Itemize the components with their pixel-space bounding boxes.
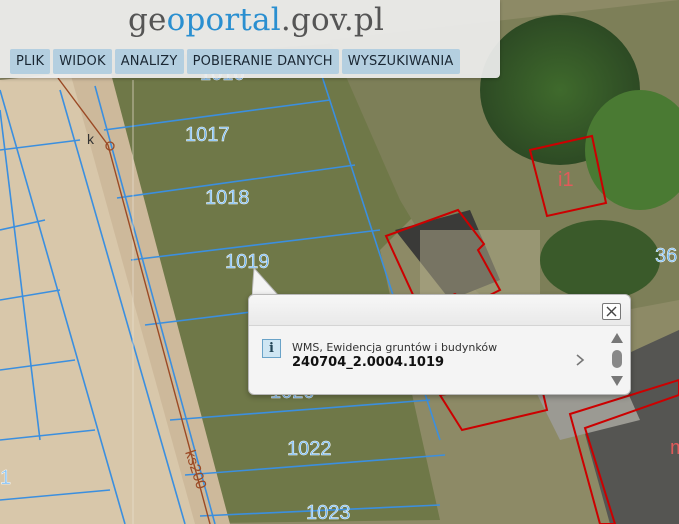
- menu-analizy[interactable]: ANALIZY: [114, 49, 184, 74]
- arrow-up-icon[interactable]: [611, 333, 623, 343]
- menu-widok[interactable]: WIDOK: [53, 49, 112, 74]
- logo-part-ge: ge: [128, 2, 167, 38]
- menu-wyszukiwania[interactable]: WYSZUKIWANIA: [341, 49, 460, 74]
- parcel-label-1022: 1022: [287, 438, 332, 460]
- popup-layer-name: WMS, Ewidencja gruntów i budynków: [292, 341, 498, 354]
- arrow-down-icon[interactable]: [611, 376, 623, 386]
- map-view[interactable]: 1016 1017 1018 1019 1022 1023 1020 36 1 …: [0, 0, 679, 524]
- parcel-label-36: 36: [655, 245, 677, 267]
- popup-parcel-id[interactable]: 240704_2.0004.1019: [292, 355, 444, 370]
- geoportal-logo[interactable]: geoportal.gov.pl: [128, 0, 384, 40]
- parcel-label-edge: 1: [0, 467, 11, 489]
- building-label-m: m: [670, 437, 679, 459]
- tree-shadow-3: [540, 220, 660, 300]
- map-canvas[interactable]: 1016 1017 1018 1019 1022 1023 1020 36 1 …: [0, 0, 679, 524]
- building-label-i1: i1: [558, 169, 574, 191]
- app-header: geoportal.gov.pl PLIK WIDOK ANALIZY POBI…: [0, 0, 500, 78]
- popup-titlebar: [249, 295, 630, 326]
- scrollbar-thumb[interactable]: [612, 350, 622, 368]
- close-icon[interactable]: [602, 303, 621, 320]
- parcel-label-1023: 1023: [306, 502, 351, 524]
- logo-part-portal: oportal: [166, 2, 281, 38]
- parcel-label-1017: 1017: [185, 124, 230, 146]
- info-icon: i: [262, 339, 281, 358]
- point-label: k: [87, 131, 95, 147]
- feature-info-popup: i WMS, Ewidencja gruntów i budynków 2407…: [248, 294, 631, 395]
- menu-pobieranie-danych[interactable]: POBIERANIE DANYCH: [186, 49, 339, 74]
- chevron-right-icon[interactable]: [573, 353, 587, 367]
- menu-plik[interactable]: PLIK: [10, 49, 51, 74]
- main-menu: PLIK WIDOK ANALIZY POBIERANIE DANYCH WYS…: [10, 49, 460, 74]
- parcel-label-1018: 1018: [205, 187, 250, 209]
- logo-part-domain: .gov.pl: [280, 2, 385, 38]
